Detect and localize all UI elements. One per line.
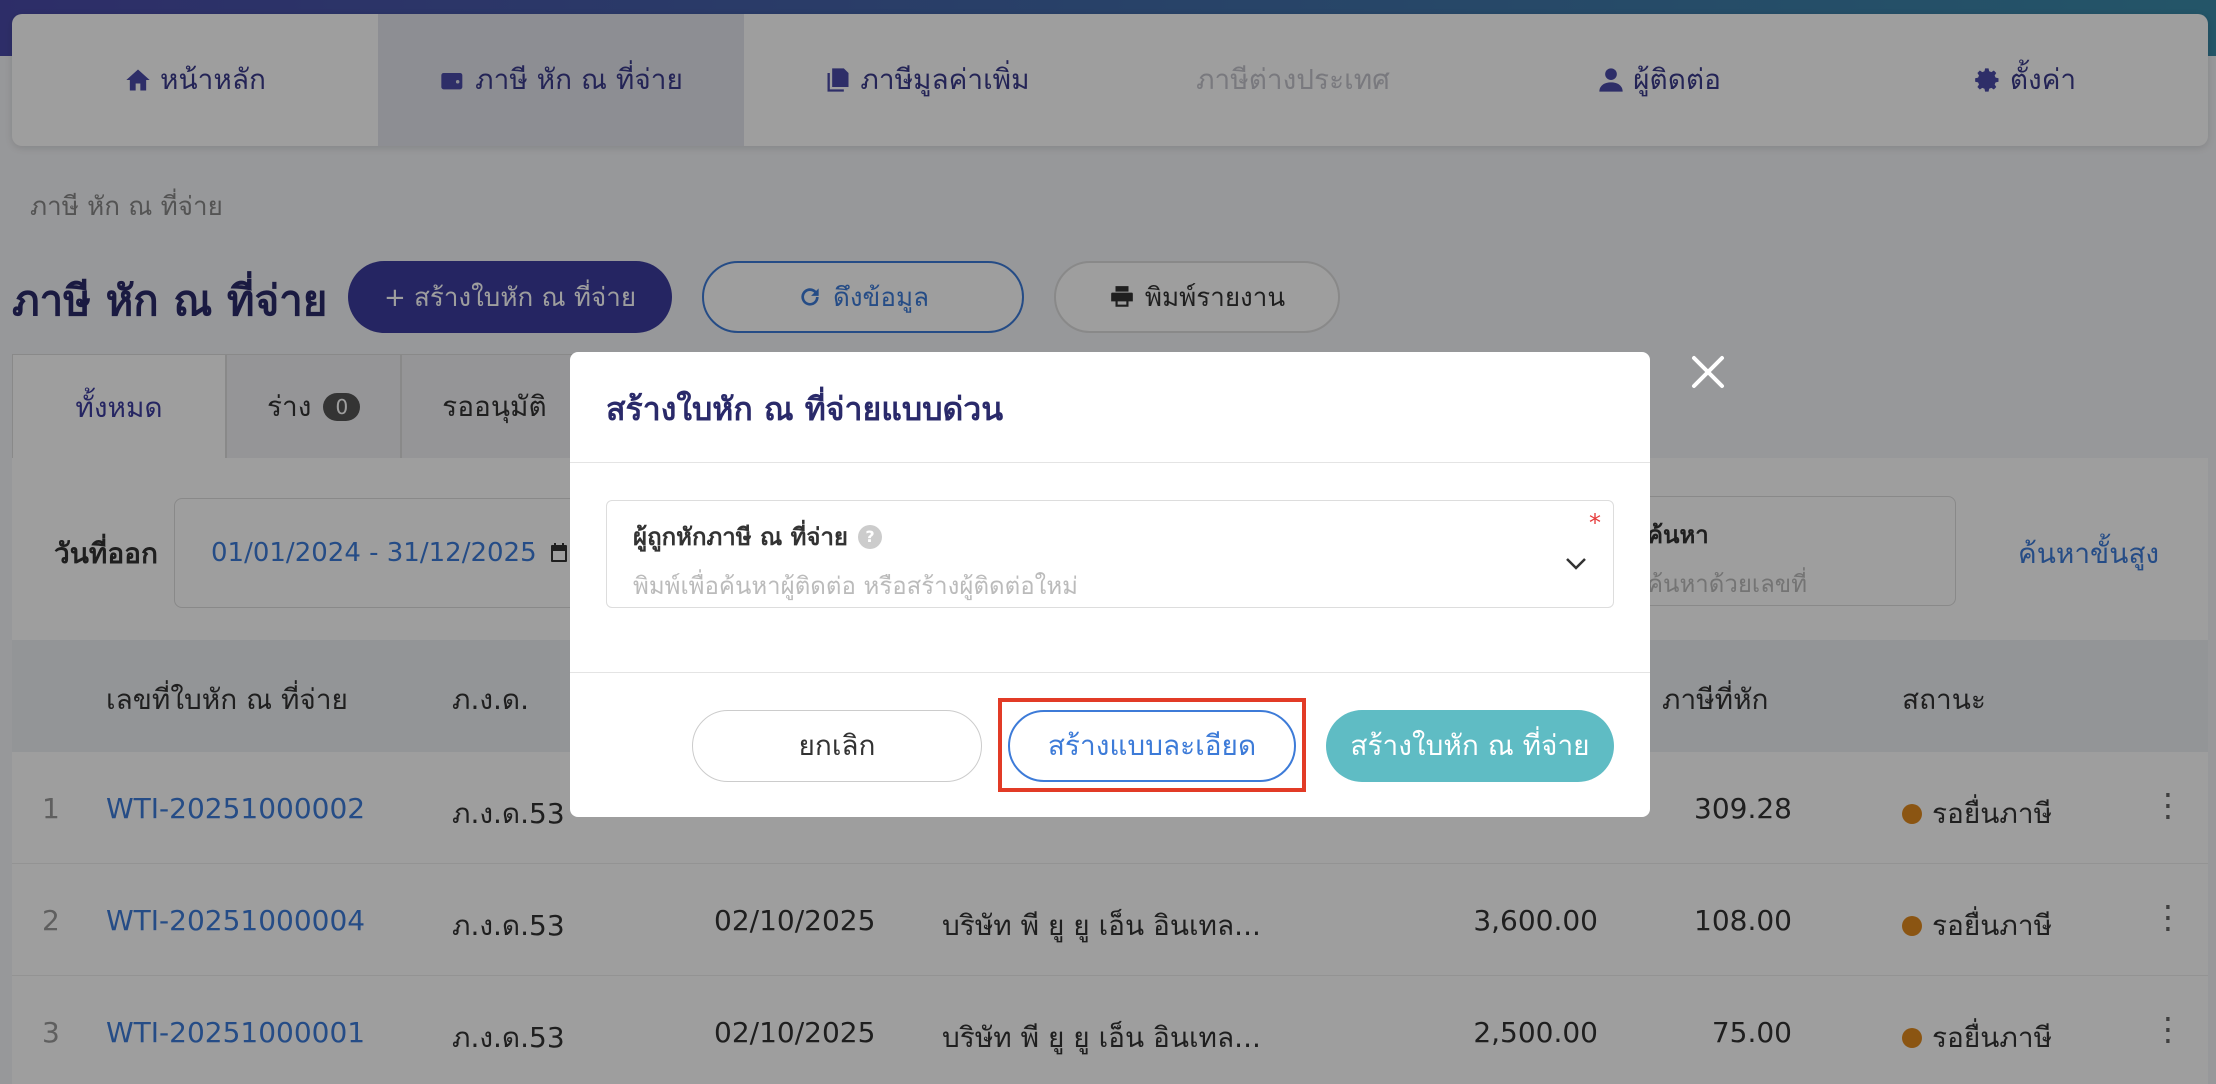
required-mark: *	[1589, 509, 1601, 537]
quick-create-button[interactable]: สร้างใบหัก ณ ที่จ่าย	[1326, 710, 1614, 782]
close-icon[interactable]	[1688, 352, 1728, 392]
chevron-down-icon[interactable]	[1565, 557, 1587, 571]
payee-label: ผู้ถูกหักภาษี ณ ที่จ่าย ?	[633, 517, 1587, 556]
help-icon[interactable]: ?	[858, 524, 882, 549]
cancel-button[interactable]: ยกเลิก	[692, 710, 982, 782]
highlight-box	[998, 698, 1306, 792]
payee-select[interactable]: ผู้ถูกหักภาษี ณ ที่จ่าย ? พิมพ์เพื่อค้นห…	[606, 500, 1614, 608]
divider	[570, 672, 1650, 673]
modal-title: สร้างใบหัก ณ ที่จ่ายแบบด่วน	[606, 390, 1004, 428]
payee-placeholder: พิมพ์เพื่อค้นหาผู้ติดต่อ หรือสร้างผู้ติด…	[633, 572, 1078, 600]
quick-create-modal: สร้างใบหัก ณ ที่จ่ายแบบด่วน ผู้ถูกหักภาษ…	[570, 352, 1650, 817]
divider	[570, 462, 1650, 463]
